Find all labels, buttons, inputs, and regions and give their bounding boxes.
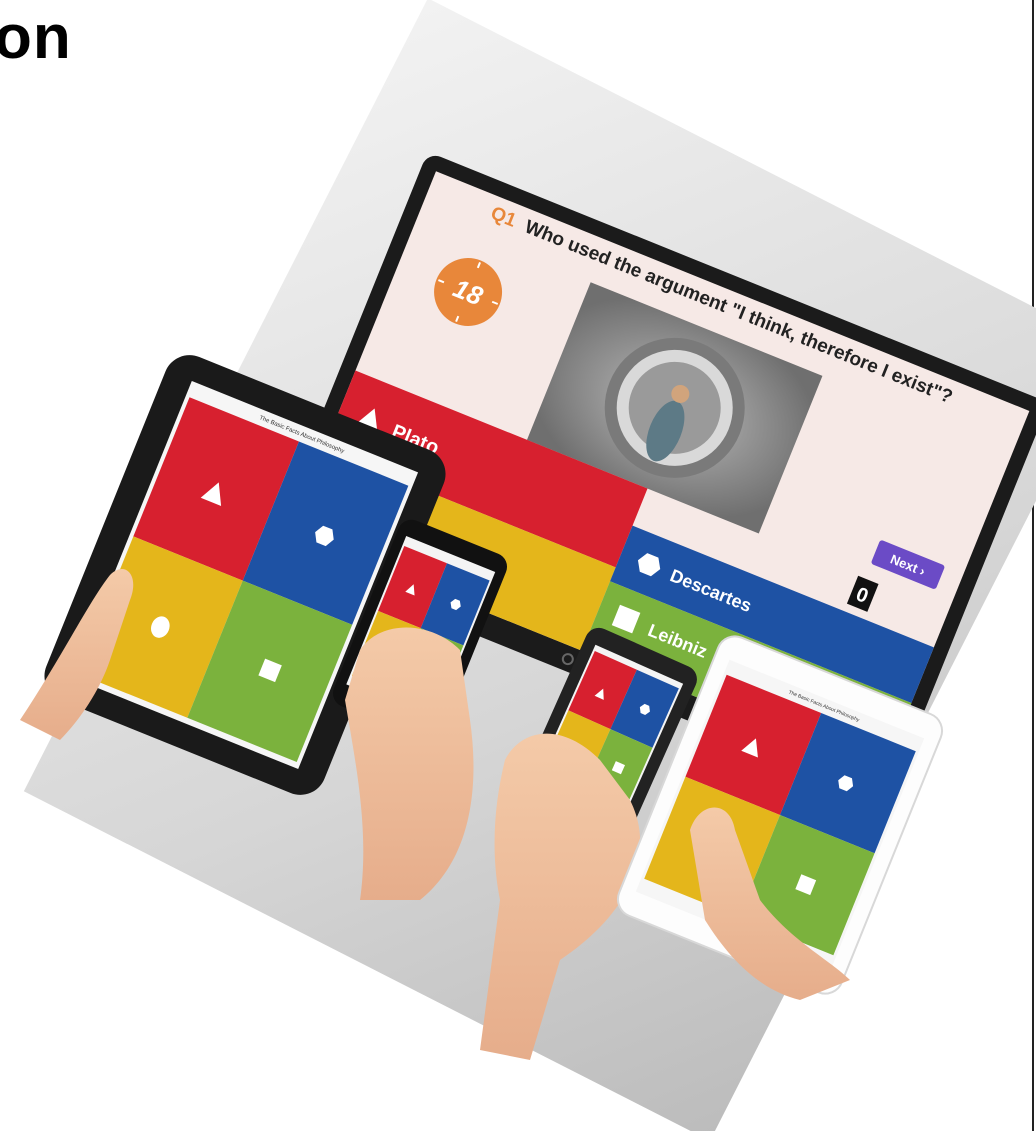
hero-illustration: Q1 Who used the argument "I think, there… xyxy=(20,0,1036,1131)
